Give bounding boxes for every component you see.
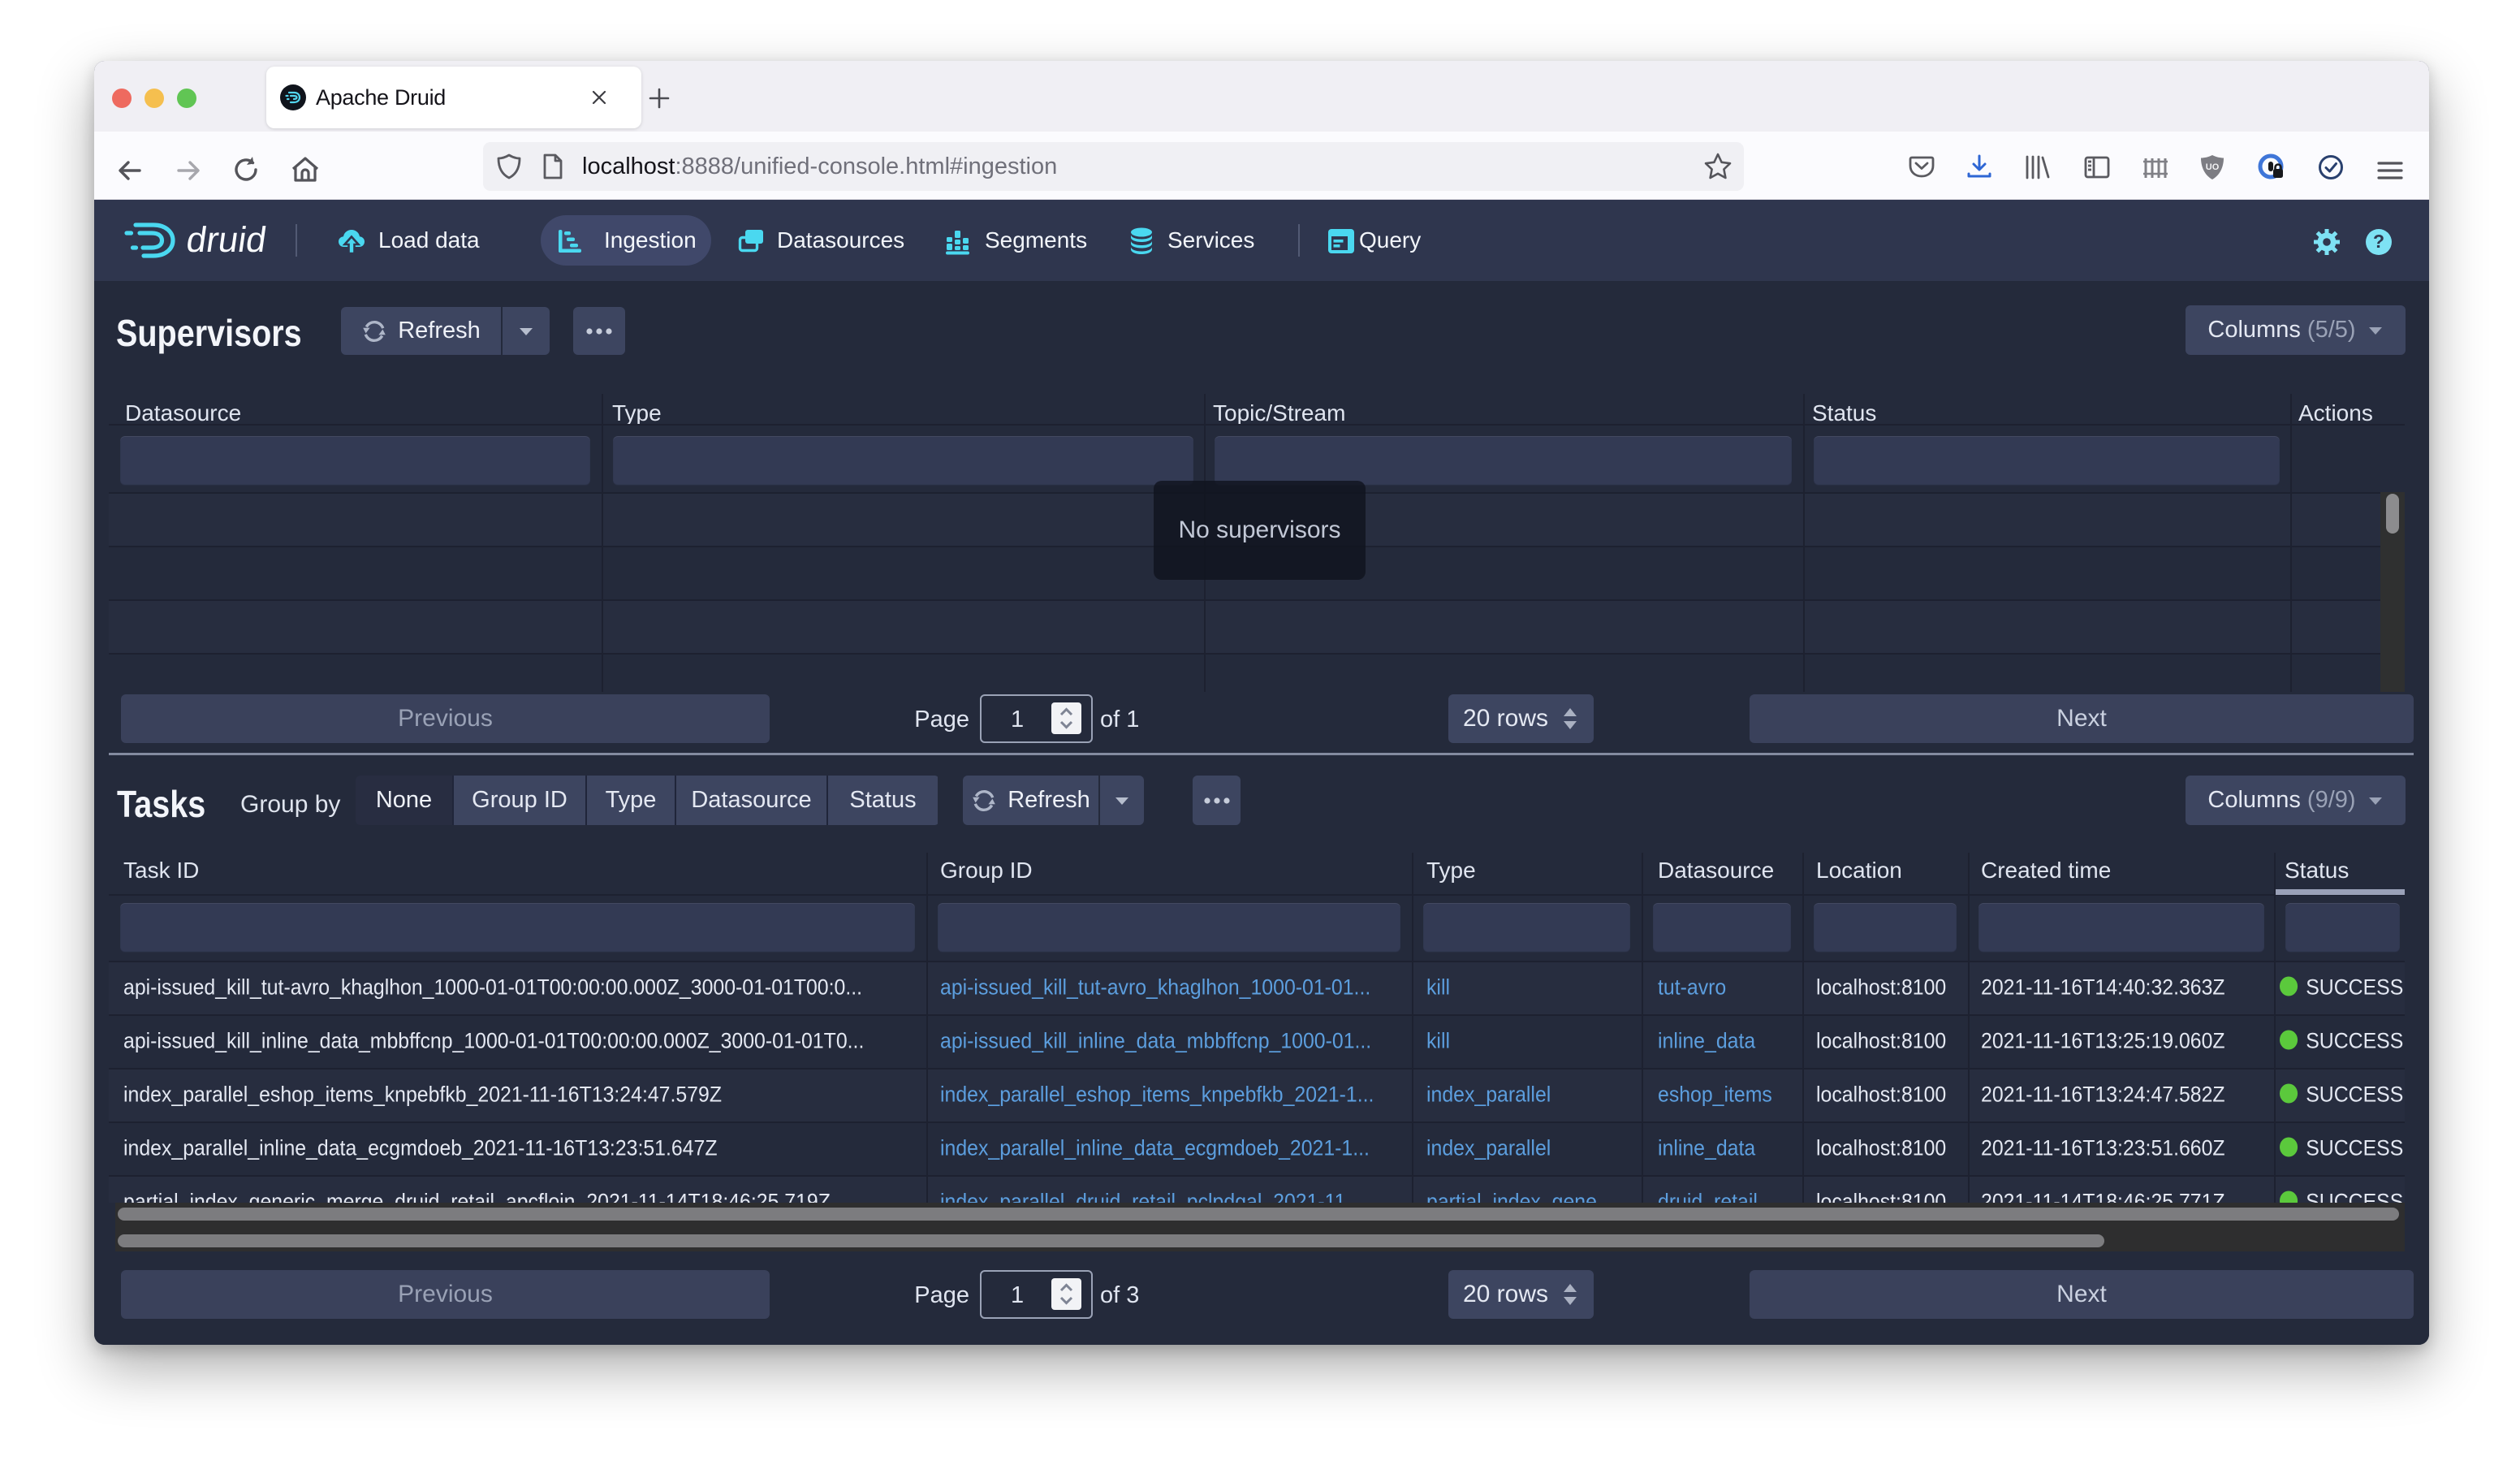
- svg-text:?: ?: [2373, 231, 2384, 252]
- svg-text:UO: UO: [2206, 162, 2220, 172]
